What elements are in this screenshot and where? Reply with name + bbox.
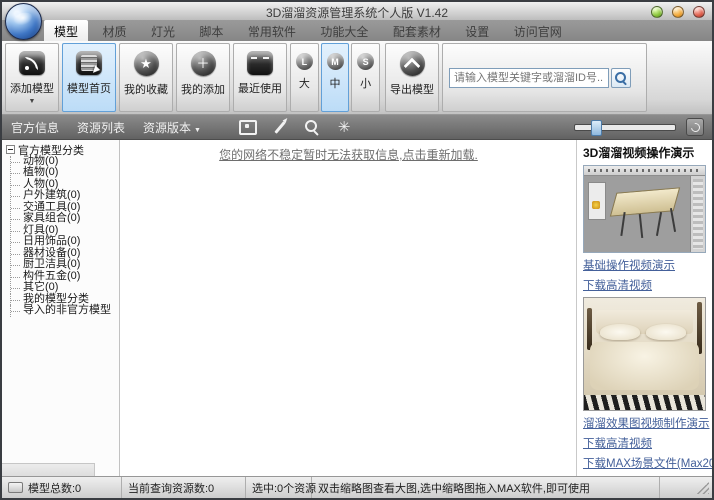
zoom-button[interactable]: [302, 118, 322, 136]
gear-icon: ✳: [338, 120, 351, 135]
search-area: [442, 43, 647, 112]
status-hint-text: 双击缩略图查看大图,选中缩略图拖入MAX软件,即可使用: [318, 480, 590, 496]
search-button[interactable]: [611, 68, 631, 88]
ribbon-toolbar: 添加模型 ▼ 模型首页 ★ 我的收藏 ＋ 我的添加 最近使用 L 大 M 中: [2, 41, 712, 115]
status-selected-segment: 选中:0个资源: [246, 477, 312, 498]
link-download-max-scene[interactable]: 下载MAX场景文件(Max2009): [583, 455, 706, 471]
screenshot-icon: [239, 120, 257, 135]
size-large-button[interactable]: L 大: [290, 43, 319, 112]
chevron-down-icon: ▼: [194, 127, 201, 134]
size-small-label: 小: [360, 75, 371, 91]
annotate-button[interactable]: [270, 118, 290, 136]
status-total-segment: 模型总数:0: [2, 477, 122, 498]
recently-used-button[interactable]: 最近使用: [233, 43, 287, 112]
size-medium-label: 中: [330, 75, 341, 91]
link-download-hd-video-2[interactable]: 下载高清视频: [583, 435, 706, 451]
minimize-button[interactable]: [651, 6, 663, 18]
capture-button[interactable]: [238, 118, 258, 136]
category-tree-panel: 官方模型分类 动物(0) 植物(0) 人物(0) 户外建筑(0) 交通工具(0)…: [2, 140, 120, 477]
video-thumbnail-bed[interactable]: [583, 297, 706, 411]
video-thumbnail-max-demo[interactable]: [583, 165, 706, 253]
toolbar-icon-group: ✳: [238, 118, 354, 136]
resize-grip[interactable]: [697, 482, 709, 494]
slider-handle[interactable]: [591, 120, 602, 136]
size-large-label: 大: [299, 75, 310, 91]
tree-root-imported-models[interactable]: 导入的非官方模型: [10, 305, 119, 317]
plus-icon: ＋: [191, 51, 216, 76]
window-controls: [651, 6, 705, 18]
secondary-toolbar: 官方信息 资源列表 资源版本▼ ✳: [2, 115, 712, 140]
clock-history-icon: [247, 51, 273, 75]
export-model-label: 导出模型: [390, 81, 434, 97]
thumb-table-model: [610, 187, 680, 216]
thumbnail-size-group: L 大 M 中 S 小: [290, 43, 382, 112]
tree-collapse-toggle[interactable]: [6, 145, 15, 154]
model-count-icon: [8, 482, 23, 493]
resource-version-label: 资源版本: [143, 121, 191, 135]
status-hint-segment: 双击缩略图查看大图,选中缩略图拖入MAX软件,即可使用: [312, 477, 660, 498]
status-query-count: 当前查询资源数:0: [128, 480, 214, 496]
maximize-button[interactable]: [672, 6, 684, 18]
link-basic-operation-demo[interactable]: 基础操作视频演示: [583, 257, 706, 273]
content-area: 官方模型分类 动物(0) 植物(0) 人物(0) 户外建筑(0) 交通工具(0)…: [2, 140, 712, 477]
status-bar: 模型总数:0 当前查询资源数:0 选中:0个资源 双击缩略图查看大图,选中缩略图…: [2, 476, 712, 498]
export-model-button[interactable]: 导出模型: [385, 43, 439, 112]
size-m-icon: M: [327, 53, 344, 70]
my-favorites-label: 我的收藏: [124, 81, 168, 97]
toggle-side-panel-button[interactable]: [686, 118, 704, 136]
video-panel-title: 3D溜溜视频操作演示: [583, 144, 706, 161]
pencil-icon: [274, 121, 285, 134]
recently-used-label: 最近使用: [238, 80, 282, 96]
status-selected-count: 选中:0个资源: [252, 480, 316, 496]
size-medium-button[interactable]: M 中: [321, 43, 350, 112]
thumb-palette: [588, 182, 606, 220]
tree-children: 动物(0) 植物(0) 人物(0) 户外建筑(0) 交通工具(0) 家具组合(0…: [10, 156, 119, 294]
cabinet-icon: [76, 51, 102, 75]
model-home-label: 模型首页: [67, 80, 111, 96]
my-additions-label: 我的添加: [181, 81, 225, 97]
window-title: 3D溜溜资源管理系统个人版 V1.42: [2, 4, 712, 21]
model-home-button[interactable]: 模型首页: [62, 43, 116, 112]
video-demo-panel: 3D溜溜视频操作演示 基础操作视频演示 下载高清视频: [576, 140, 712, 477]
link-render-video-demo[interactable]: 溜溜效果图视频制作演示: [583, 415, 706, 431]
size-s-icon: S: [357, 53, 374, 70]
close-button[interactable]: [693, 6, 705, 18]
app-logo-button[interactable]: [5, 3, 42, 40]
tree-hscrollbar[interactable]: [2, 463, 95, 477]
add-model-label: 添加模型: [10, 80, 54, 96]
thumb-toolbar-strip: [584, 166, 705, 176]
thumb-side-panel: [690, 176, 705, 252]
tab-resource-version[interactable]: 资源版本▼: [134, 116, 210, 139]
size-l-icon: L: [296, 53, 313, 70]
add-model-button[interactable]: 添加模型 ▼: [5, 43, 59, 112]
title-bar: 3D溜溜资源管理系统个人版 V1.42: [2, 2, 712, 21]
thumbnail-size-slider[interactable]: [574, 124, 676, 131]
status-total-models: 模型总数:0: [28, 480, 81, 496]
my-additions-button[interactable]: ＋ 我的添加: [176, 43, 230, 112]
size-small-button[interactable]: S 小: [351, 43, 380, 112]
tab-resource-list[interactable]: 资源列表: [68, 116, 134, 139]
status-grip-segment: [660, 477, 712, 498]
model-grid-area: 您的网络不稳定暂时无法获取信息,点击重新加载.: [121, 140, 576, 477]
app-window: 3D溜溜资源管理系统个人版 V1.42 模型 材质 灯光 脚本 常用软件 功能大…: [0, 0, 714, 500]
my-favorites-button[interactable]: ★ 我的收藏: [119, 43, 173, 112]
export-arrow-icon: [400, 51, 425, 76]
rss-add-icon: [19, 51, 45, 75]
magnifier-icon: [615, 72, 627, 84]
reload-link[interactable]: 您的网络不稳定暂时无法获取信息,点击重新加载.: [219, 146, 478, 163]
tab-official-info[interactable]: 官方信息: [2, 116, 68, 139]
menu-tab-bar: 模型 材质 灯光 脚本 常用软件 功能大全 配套素材 设置 访问官网: [2, 20, 712, 41]
settings-button[interactable]: ✳: [334, 118, 354, 136]
star-icon: ★: [134, 51, 159, 76]
toolbar-right-group: [574, 118, 704, 136]
search-input[interactable]: [449, 68, 609, 88]
zoom-in-icon: [305, 120, 319, 134]
status-query-segment: 当前查询资源数:0: [122, 477, 246, 498]
link-download-hd-video-1[interactable]: 下载高清视频: [583, 277, 706, 293]
chevron-down-icon: ▼: [29, 98, 36, 105]
